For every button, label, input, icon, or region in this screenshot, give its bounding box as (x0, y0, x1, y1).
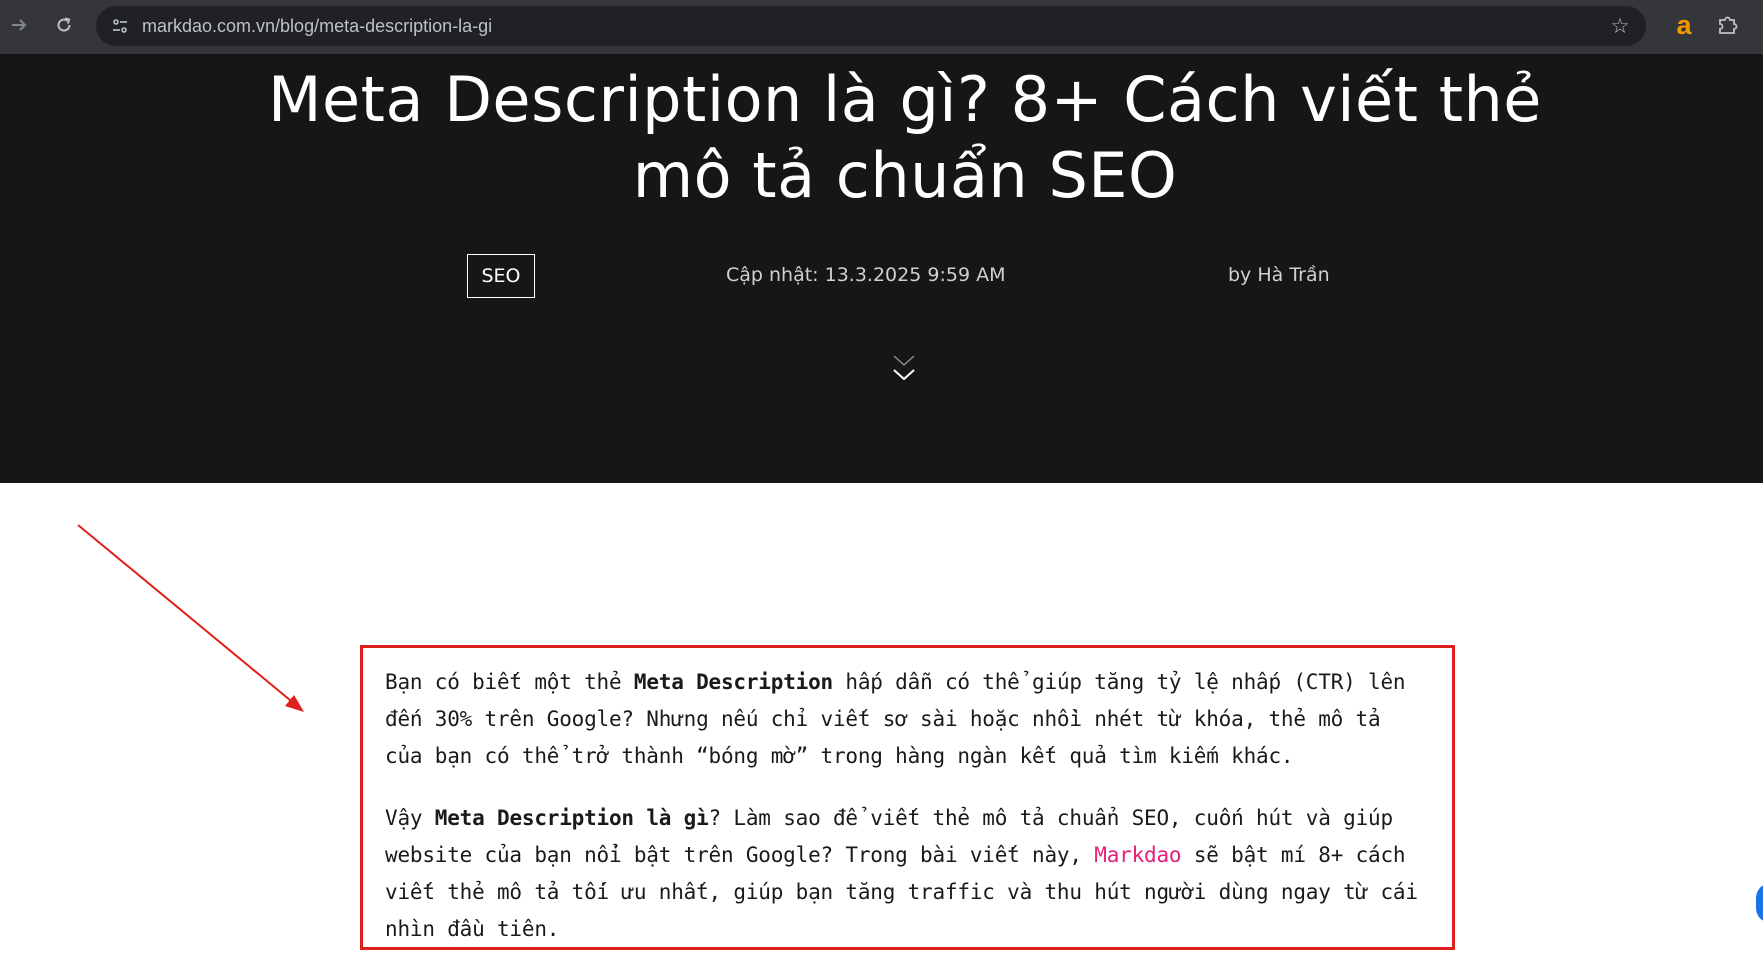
meta-description-question-bold: Meta Description là gì (434, 806, 709, 830)
article-title: Meta Description là gì? 8+ Cách viết thẻ… (268, 63, 1542, 212)
address-bar[interactable]: markdao.com.vn/blog/meta-description-la-… (96, 6, 1646, 46)
extension-a-icon[interactable]: a (1672, 12, 1696, 40)
meta-description-bold: Meta Description (633, 670, 833, 694)
intro-paragraph-2: Vậy Meta Description là gì? Làm sao để v… (385, 806, 1418, 941)
browser-toolbar: markdao.com.vn/blog/meta-description-la-… (0, 0, 1763, 54)
puzzle-icon[interactable] (1715, 12, 1743, 40)
intro-highlight-box: Bạn có biết một thẻ Meta Description hấp… (360, 645, 1455, 950)
updated-date: Cập nhật: 13.3.2025 9:59 AM (726, 264, 1006, 286)
annotation-arrow (77, 524, 304, 712)
floating-chat-widget[interactable] (1756, 883, 1763, 923)
site-info-icon[interactable] (108, 14, 132, 38)
intro-paragraph-1: Bạn có biết một thẻ Meta Description hấp… (385, 670, 1406, 768)
forward-icon[interactable] (4, 10, 34, 40)
bookmark-star-icon[interactable]: ☆ (1608, 14, 1632, 38)
article-hero: Meta Description là gì? 8+ Cách viết thẻ… (0, 54, 1763, 483)
scroll-down-icon[interactable] (891, 350, 917, 386)
category-badge[interactable]: SEO (467, 254, 535, 298)
url-text[interactable]: markdao.com.vn/blog/meta-description-la-… (142, 16, 492, 37)
markdao-link[interactable]: Markdao (1094, 843, 1181, 867)
profile-menu-edge[interactable]: ⋮ (1755, 12, 1763, 40)
reload-icon[interactable] (49, 10, 79, 40)
author-byline[interactable]: by Hà Trần (1228, 264, 1330, 286)
